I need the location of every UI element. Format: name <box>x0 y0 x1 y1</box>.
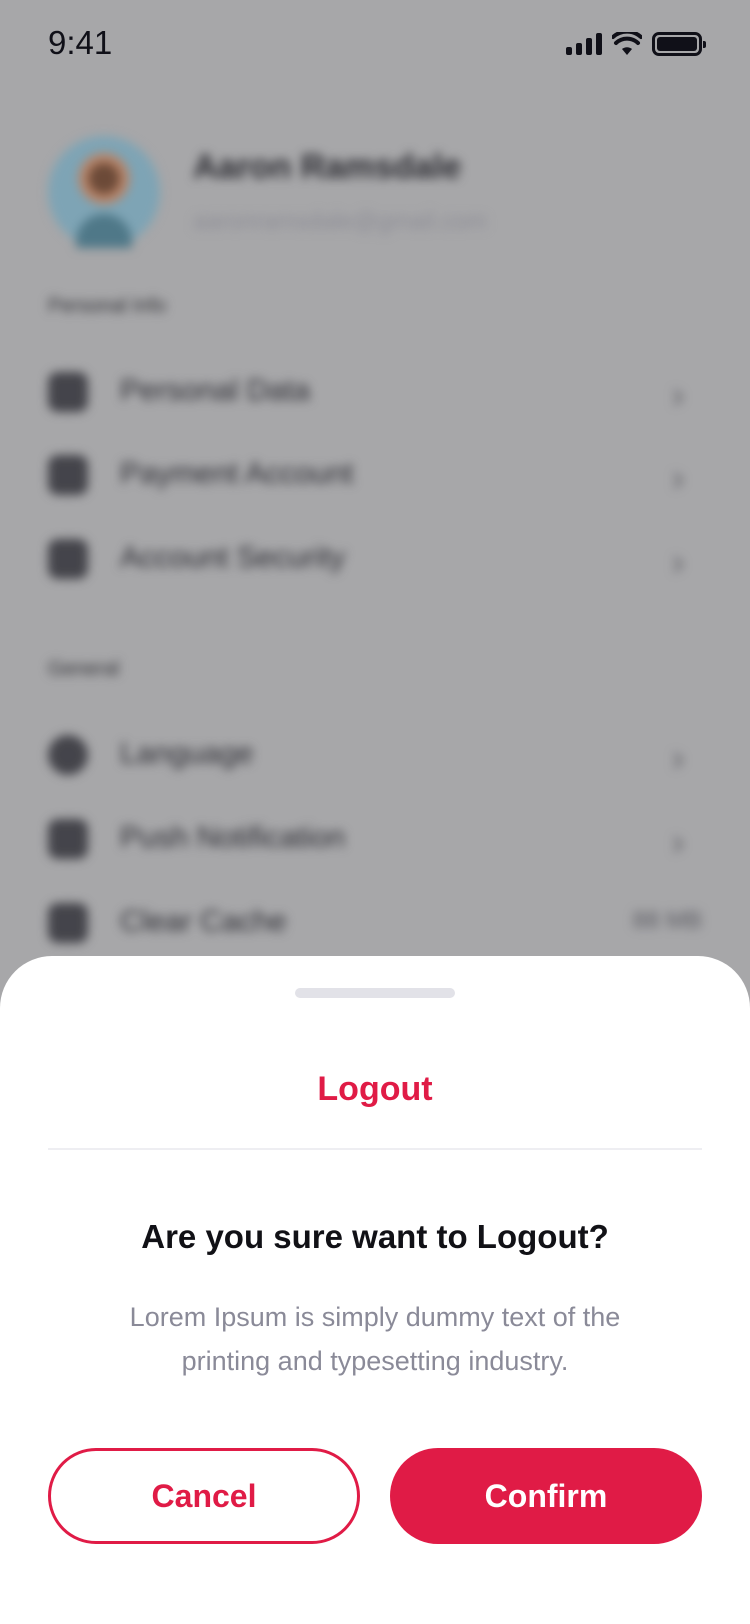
wifi-icon <box>612 32 642 55</box>
menu-item-push-notification[interactable]: Push Notification › <box>48 811 702 867</box>
menu-item-clear-cache[interactable]: Clear Cache 88 MB <box>48 895 702 951</box>
menu-item-label: Push Notification <box>120 821 346 854</box>
status-bar: 9:41 <box>0 0 750 90</box>
chevron-right-icon: › <box>672 541 684 582</box>
section-label-general: General <box>48 658 120 680</box>
cancel-button[interactable]: Cancel <box>48 1448 360 1544</box>
chevron-right-icon: › <box>672 457 684 498</box>
profile-email: aaronramsdale@gmail.com <box>193 208 487 235</box>
bell-icon <box>48 819 88 859</box>
status-icons <box>566 30 706 58</box>
menu-item-label: Personal Data <box>120 374 311 407</box>
menu-item-account-security[interactable]: Account Security › <box>48 531 702 587</box>
divider <box>48 1148 702 1150</box>
confirm-button[interactable]: Confirm <box>390 1448 702 1544</box>
menu-item-label: Language <box>120 737 254 770</box>
profile-name: Aaron Ramsdale <box>193 148 462 186</box>
status-time: 9:41 <box>48 24 113 61</box>
globe-icon <box>48 735 88 775</box>
sheet-title: Logout <box>317 1070 433 1108</box>
logout-question: Are you sure want to Logout? <box>141 1218 609 1255</box>
menu-item-label: Payment Account <box>120 457 354 490</box>
battery-icon <box>652 32 706 56</box>
menu-item-language[interactable]: Language › <box>48 727 702 783</box>
logout-description: Lorem Ipsum is simply dummy text of the … <box>129 1302 621 1376</box>
shield-icon <box>48 539 88 579</box>
menu-item-label: Account Security <box>120 541 346 574</box>
sheet-drag-handle[interactable] <box>295 988 455 998</box>
chevron-right-icon: › <box>672 737 684 778</box>
user-icon <box>48 372 88 412</box>
cache-size-value: 88 MB <box>632 907 702 934</box>
avatar <box>48 136 160 248</box>
chevron-right-icon: › <box>672 821 684 862</box>
wallet-icon <box>48 455 88 495</box>
menu-item-payment-account[interactable]: Payment Account › <box>48 447 702 503</box>
trash-icon <box>48 903 88 943</box>
menu-item-personal-data[interactable]: Personal Data › <box>48 364 702 420</box>
logout-bottom-sheet: Logout Are you sure want to Logout? Lore… <box>0 956 750 1624</box>
menu-item-label: Clear Cache <box>120 905 287 938</box>
cellular-signal-icon <box>566 33 602 55</box>
section-label-personal-info: Personal Info <box>48 295 166 317</box>
chevron-right-icon: › <box>672 374 684 415</box>
